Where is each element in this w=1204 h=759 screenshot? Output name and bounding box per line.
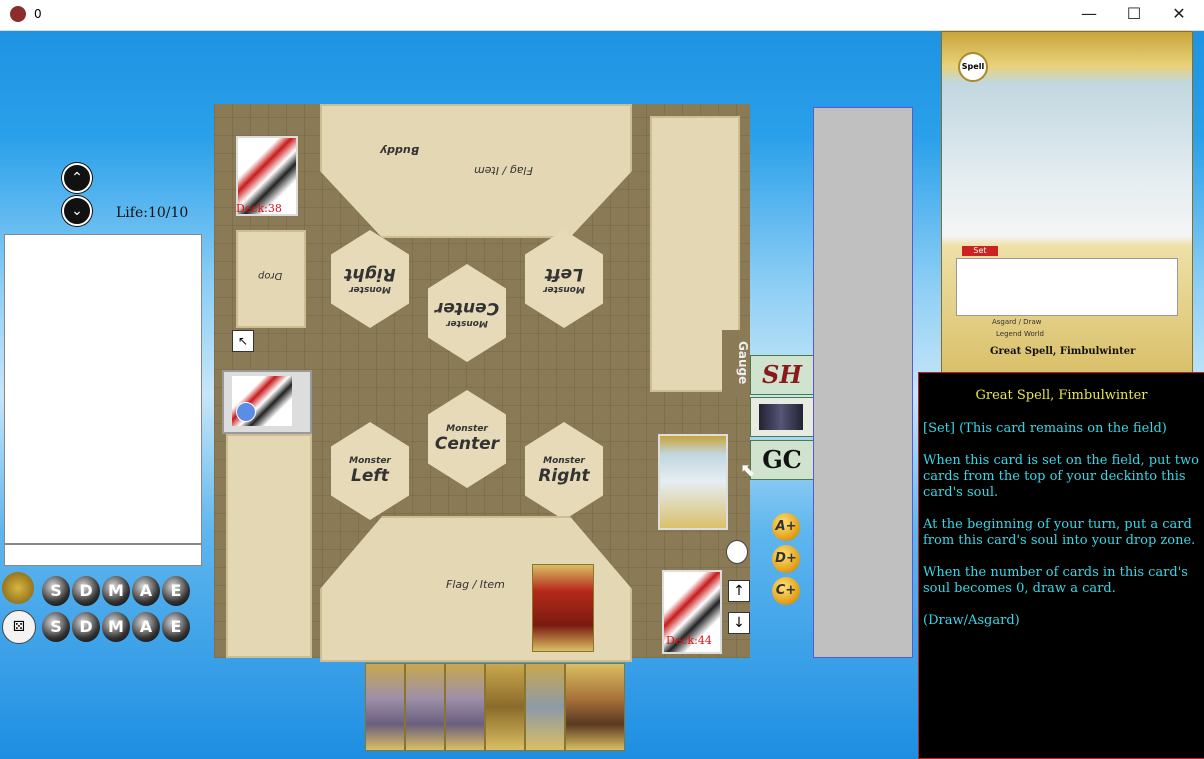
my-deck-count: Deck:44 <box>666 634 712 647</box>
m-button[interactable]: M <box>102 612 130 642</box>
e-button[interactable]: E <box>162 612 190 642</box>
card-stack-icon <box>759 404 803 430</box>
hand-card[interactable] <box>445 663 485 751</box>
sdmae-row-2: S D M A E <box>42 612 190 642</box>
info-card-name: Great Spell, Fimbulwinter <box>975 388 1148 403</box>
my-left-zone[interactable]: Monster Left <box>331 422 409 520</box>
scroll-down-button[interactable]: ↓ <box>728 612 750 634</box>
s-button[interactable]: S <box>42 576 70 606</box>
info-line: At the beginning of your turn, put a car… <box>923 517 1196 548</box>
my-center-zone[interactable]: Monster Center <box>428 390 506 488</box>
set-badge: Set <box>962 246 998 256</box>
coin-icon[interactable] <box>2 572 34 604</box>
pointer-tool-icon[interactable]: ↖ <box>232 330 254 352</box>
chat-log[interactable] <box>4 234 202 544</box>
window-title: 0 <box>34 7 42 21</box>
game-field: Buddy Flag / Item Deck:38 Drop ↖ Gauge M… <box>214 104 750 662</box>
m-button[interactable]: M <box>102 576 130 606</box>
defense-plus-button[interactable]: D+ <box>772 545 800 573</box>
opp-buddy-flag-zone[interactable]: Buddy Flag / Item <box>320 104 632 238</box>
monster-label: Monster <box>349 284 391 294</box>
opp-right-zone[interactable]: Monster Right <box>331 230 409 328</box>
opp-left-zone[interactable]: Monster Left <box>525 230 603 328</box>
opp-right-label: Right <box>344 264 396 284</box>
critical-plus-button[interactable]: C+ <box>772 577 800 605</box>
e-button[interactable]: E <box>162 576 190 606</box>
opp-center-label: Center <box>434 298 500 318</box>
my-flag-label: Flag / Item <box>446 578 505 591</box>
info-line: [Set] (This card remains on the field) <box>923 421 1167 436</box>
opp-center-zone[interactable]: Monster Center <box>428 264 506 362</box>
card-text-box <box>956 258 1178 316</box>
my-right-label: Right <box>538 466 590 486</box>
info-line: When this card is set on the field, put … <box>923 453 1199 500</box>
card-preview: Spell Set Asgard / Draw Legend World Gre… <box>941 31 1193 373</box>
opp-left-label: Left <box>545 264 583 284</box>
opp-deck-count: Deck:38 <box>236 202 282 215</box>
hand-card[interactable] <box>485 663 525 751</box>
hand-card[interactable] <box>565 663 625 751</box>
life-counter: Life:10/10 <box>116 205 189 221</box>
app-icon <box>10 6 26 22</box>
info-line: (Draw/Asgard) <box>923 613 1020 628</box>
spell-badge: Spell <box>958 52 988 82</box>
hand-card[interactable] <box>365 663 405 751</box>
monster-label: Monster <box>446 318 488 328</box>
chat-input[interactable] <box>4 544 202 566</box>
gauge-label: Gauge <box>722 330 750 396</box>
a-button[interactable]: A <box>132 612 160 642</box>
dice-icon[interactable]: ⚄ <box>2 610 36 644</box>
title-bar: 0 — ☐ ✕ <box>0 0 1204 31</box>
maximize-button[interactable]: ☐ <box>1121 4 1147 24</box>
d-button[interactable]: D <box>72 576 100 606</box>
globe-icon <box>236 402 256 422</box>
life-up-button[interactable]: ⌃ <box>62 163 92 193</box>
monster-label: Monster <box>543 284 585 294</box>
card-world: Legend World <box>996 330 1044 338</box>
my-drop-zone[interactable] <box>226 434 312 658</box>
hand-area <box>365 663 625 751</box>
cursor-icon: ⬉ <box>740 460 756 481</box>
my-flag-card[interactable] <box>532 564 594 652</box>
opp-drop-zone[interactable]: Drop <box>236 230 306 328</box>
my-center-label: Center <box>434 434 500 454</box>
hand-card[interactable] <box>525 663 565 751</box>
my-right-zone[interactable]: Monster Right <box>525 422 603 520</box>
life-down-button[interactable]: ⌄ <box>62 196 92 226</box>
minimize-button[interactable]: — <box>1076 4 1102 24</box>
card-info-panel: Great Spell, Fimbulwinter [Set] (This ca… <box>918 372 1204 759</box>
a-button[interactable]: A <box>132 576 160 606</box>
set-spell-card[interactable] <box>658 434 728 530</box>
attack-plus-button[interactable]: A+ <box>772 513 800 541</box>
close-button[interactable]: ✕ <box>1166 4 1192 24</box>
monster-label: Monster <box>446 424 488 434</box>
soul-panel[interactable] <box>813 107 913 658</box>
s-button[interactable]: S <box>42 612 70 642</box>
my-buddy-card[interactable] <box>222 370 312 434</box>
opp-flag-label: Flag / Item <box>474 164 533 177</box>
gc-button[interactable]: GC <box>750 440 814 480</box>
monster-label: Monster <box>349 456 391 466</box>
d-button[interactable]: D <box>72 612 100 642</box>
hand-card[interactable] <box>405 663 445 751</box>
card-preview-name: Great Spell, Fimbulwinter <box>990 346 1136 357</box>
scroll-up-button[interactable]: ↑ <box>728 580 750 602</box>
card-attribute: Asgard / Draw <box>992 318 1042 326</box>
info-line: When the number of cards in this card's … <box>923 565 1188 596</box>
sdmae-row-1: S D M A E <box>42 576 190 606</box>
opp-drop-label: Drop <box>258 270 283 281</box>
monster-label: Monster <box>543 456 585 466</box>
my-left-label: Left <box>351 466 389 486</box>
opp-buddy-label: Buddy <box>380 144 420 157</box>
speech-bubble-icon[interactable] <box>726 540 748 564</box>
deck-swap-button[interactable] <box>750 397 814 437</box>
sh-button[interactable]: SH <box>750 355 814 395</box>
